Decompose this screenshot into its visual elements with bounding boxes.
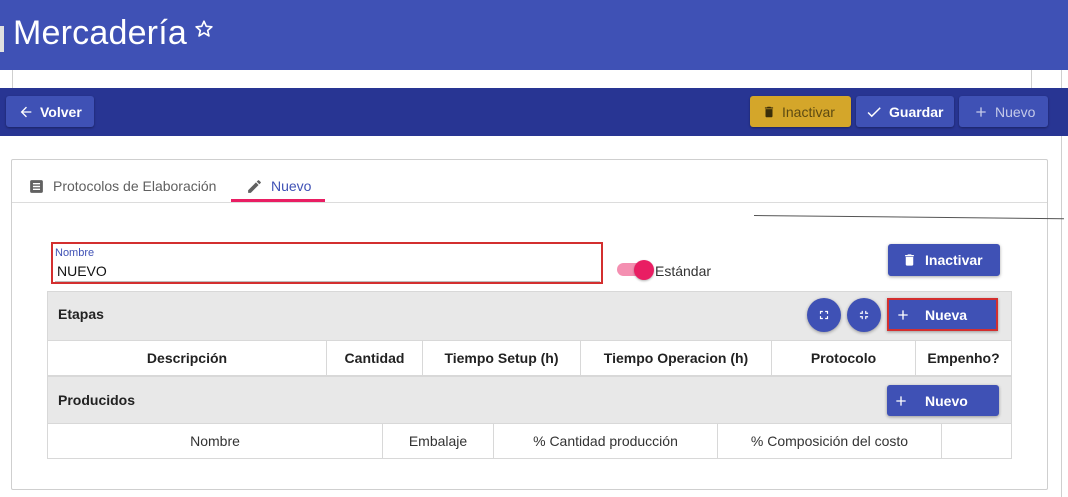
back-button[interactable]: Volver [6, 96, 94, 127]
column-header[interactable]: Embalaje [383, 424, 494, 458]
save-button[interactable]: Guardar [856, 96, 954, 127]
inactivate-button-label: Inactivar [925, 252, 983, 268]
tab-protocols[interactable]: Protocolos de Elaboración [28, 170, 216, 202]
produced-title: Producidos [58, 392, 136, 408]
name-field-underline [55, 281, 600, 282]
column-header[interactable]: % Composición del costo [718, 424, 942, 458]
back-button-label: Volver [40, 103, 82, 120]
column-header [942, 424, 1011, 458]
stages-new-label: Nueva [925, 306, 968, 323]
inactivate-toolbar-label: Inactivar [782, 103, 835, 120]
standard-toggle-thumb[interactable] [634, 260, 654, 280]
inactivate-toolbar-button[interactable]: Inactivar [750, 96, 851, 127]
produced-header [47, 376, 1012, 424]
plus-icon [898, 309, 908, 320]
stages-new-button[interactable]: Nueva [887, 298, 998, 331]
name-field[interactable] [51, 242, 603, 284]
produced-table-header: Nombre Embalaje % Cantidad producción % … [47, 424, 1012, 459]
produced-new-button[interactable]: Nuevo [887, 385, 999, 416]
check-icon [867, 106, 881, 117]
name-field-value[interactable]: NUEVO [57, 263, 107, 279]
expand-button[interactable] [807, 298, 841, 332]
collapse-button[interactable] [847, 298, 881, 332]
new-toolbar-label: Nuevo [995, 103, 1036, 120]
column-header[interactable]: Tiempo Setup (h) [423, 341, 581, 375]
tab-new-label: Nuevo [271, 178, 312, 194]
star-icon[interactable] [193, 18, 215, 40]
trash-icon [905, 254, 914, 266]
pencil-icon [248, 179, 261, 193]
header-spacer [12, 70, 1032, 88]
fullscreen-icon [819, 310, 829, 320]
stages-table-header: Descripción Cantidad Tiempo Setup (h) Ti… [47, 341, 1012, 376]
page-title: Mercadería [13, 14, 187, 52]
fullscreen-exit-icon [859, 310, 869, 320]
column-header[interactable]: Tiempo Operacion (h) [581, 341, 772, 375]
plus-icon [896, 395, 906, 406]
header-stripe [0, 26, 4, 52]
column-header[interactable]: Cantidad [327, 341, 423, 375]
plus-icon [976, 106, 986, 117]
standard-toggle-label: Estándar [655, 263, 712, 279]
new-toolbar-button[interactable]: Nuevo [959, 96, 1048, 127]
produced-new-label: Nuevo [925, 392, 968, 409]
inactivate-button[interactable]: Inactivar [888, 244, 1000, 276]
column-header[interactable]: Protocolo [772, 341, 916, 375]
column-header[interactable]: Empenho? [916, 341, 1011, 375]
column-header[interactable]: Nombre [48, 424, 383, 458]
arrow-left-icon [20, 106, 32, 117]
list-icon [30, 179, 43, 193]
tab-protocols-label: Protocolos de Elaboración [53, 178, 217, 194]
name-field-label: Nombre [55, 247, 95, 259]
stages-title: Etapas [58, 306, 104, 322]
save-button-label: Guardar [889, 103, 944, 120]
tab-new[interactable]: Nuevo [246, 170, 311, 202]
column-header[interactable]: % Cantidad producción [494, 424, 718, 458]
trash-icon [764, 106, 774, 117]
tabs-divider [12, 202, 1047, 203]
column-header[interactable]: Descripción [48, 341, 327, 375]
